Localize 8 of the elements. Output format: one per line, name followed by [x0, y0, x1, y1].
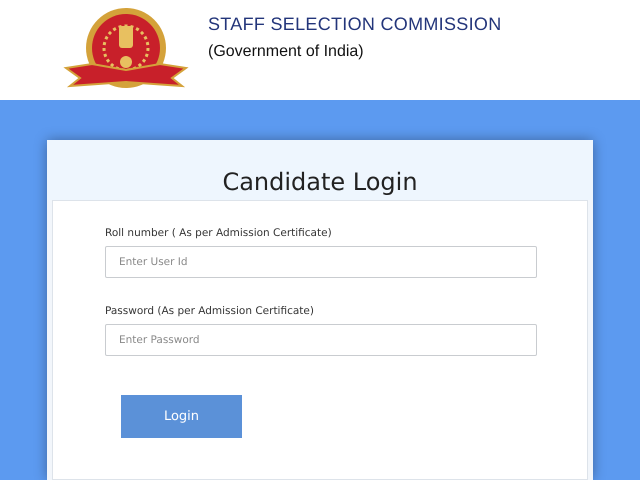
input-field[interactable]: Enter Password: [105, 324, 537, 356]
input-field[interactable]: Enter User Id: [105, 246, 537, 278]
login-button[interactable]: Login: [121, 395, 242, 438]
field-label: Password (As per Admission Certificate): [105, 305, 315, 317]
header-subtitle: (Government of India): [208, 42, 365, 60]
header-title: STAFF SELECTION COMMISSION: [208, 14, 502, 34]
field-label: Roll number ( As per Admission Certificate): [105, 227, 333, 239]
login-title: Candidate Login: [222, 168, 418, 196]
